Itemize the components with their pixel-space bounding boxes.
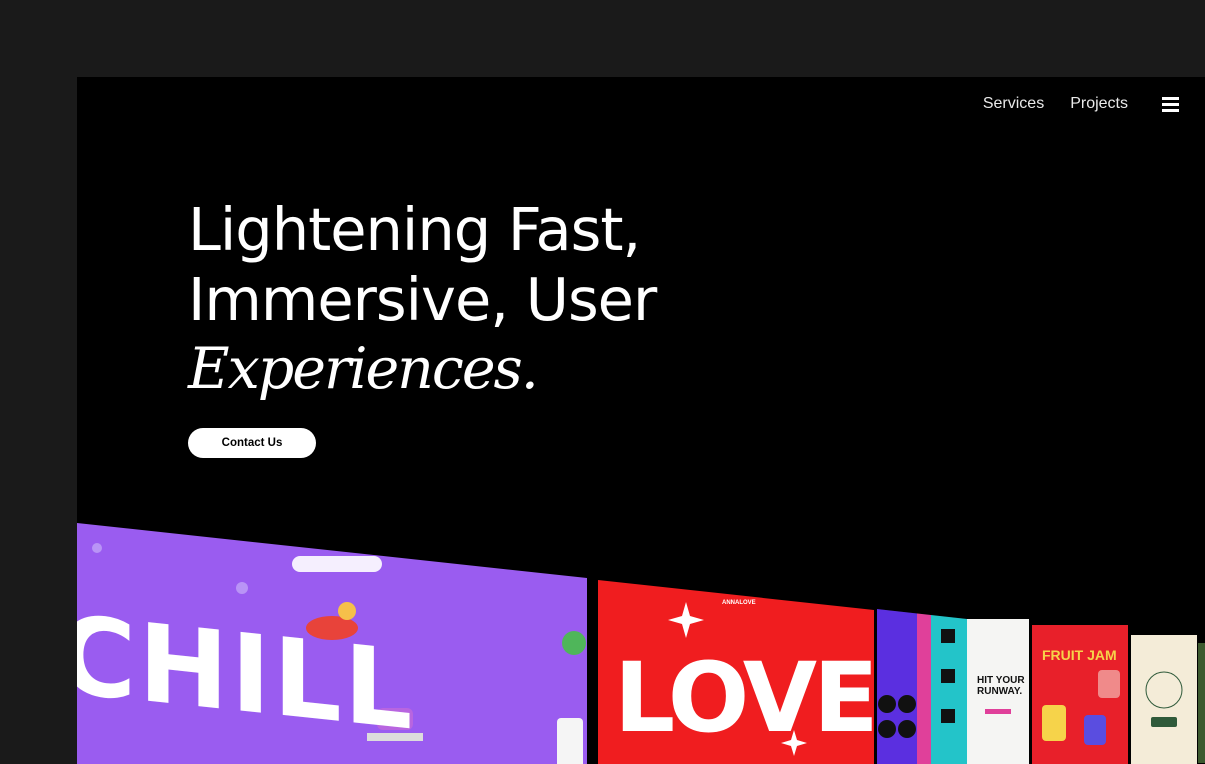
can <box>557 718 583 764</box>
pattern-dot <box>898 695 916 713</box>
hero-line-1: Lightening Fast, <box>188 195 641 264</box>
project-card-jam[interactable]: FRUIT JAM <box>1032 625 1128 764</box>
menu-bar <box>1162 102 1179 106</box>
bubble <box>236 582 248 594</box>
hero-line-2: Immersive, User <box>188 265 657 334</box>
nav-services[interactable]: Services <box>983 95 1044 113</box>
project-card-love[interactable]: ANNALOVE LOVE <box>598 580 874 764</box>
chill-nav-pill <box>292 556 382 572</box>
sparkle-icon <box>668 602 704 638</box>
runway-text: HIT YOUR RUNWAY. <box>977 675 1025 697</box>
cream-decor <box>1145 671 1183 727</box>
bubble <box>92 543 102 553</box>
contact-us-button[interactable]: Contact Us <box>188 428 316 458</box>
top-nav: Services Projects <box>983 95 1179 113</box>
hamburger-icon[interactable] <box>1162 96 1179 112</box>
pattern-graphic <box>877 609 967 764</box>
hero-line-3: Experiences. <box>188 336 539 402</box>
menu-bar <box>1162 108 1179 112</box>
project-card-runway[interactable]: HIT YOUR RUNWAY. <box>967 619 1029 764</box>
love-wordmark: LOVE <box>614 642 874 754</box>
jam-decor <box>1042 670 1120 745</box>
project-card-pattern[interactable] <box>877 609 967 764</box>
character-green <box>562 631 586 655</box>
menu-bar <box>1162 96 1179 100</box>
project-card-cream[interactable] <box>1131 635 1197 764</box>
jam-jar <box>1084 715 1106 745</box>
pattern-dot <box>898 720 916 738</box>
jam-jar <box>1098 670 1120 698</box>
runway-button <box>985 709 1011 714</box>
jam-jar <box>1042 705 1066 741</box>
bubble <box>493 559 501 567</box>
pattern-square <box>941 629 955 643</box>
character-head <box>338 602 356 620</box>
pattern-stripe <box>877 609 917 764</box>
cream-button <box>1151 717 1177 727</box>
pattern-dot <box>878 695 896 713</box>
hero-heading: Lightening Fast, Immersive, User Experie… <box>188 195 657 403</box>
project-card-chill[interactable]: CHILL <box>77 523 587 764</box>
badge-circle <box>1145 671 1183 709</box>
pattern-stripe <box>917 609 931 764</box>
pattern-dot <box>878 720 896 738</box>
pattern-square <box>941 669 955 683</box>
project-card-green[interactable] <box>1198 643 1205 763</box>
nav-projects[interactable]: Projects <box>1070 95 1128 113</box>
pattern-square <box>941 709 955 723</box>
site-preview: Services Projects Lightening Fast, Immer… <box>77 77 1205 764</box>
